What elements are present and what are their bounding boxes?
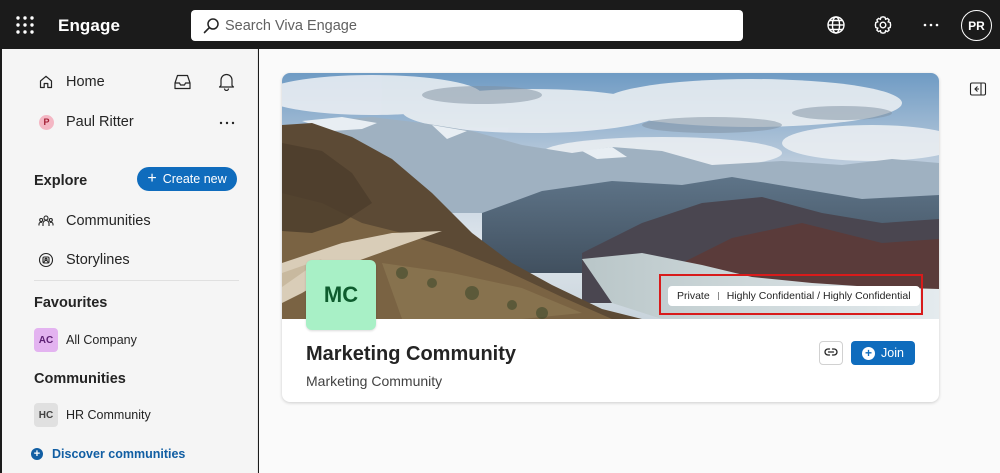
sidebar-item-label: Home bbox=[66, 74, 105, 90]
community-item[interactable]: HC HR Community bbox=[2, 402, 258, 428]
community-description: Marketing Community bbox=[306, 373, 443, 389]
home-icon bbox=[38, 74, 54, 90]
community-avatar: HC bbox=[34, 403, 58, 427]
community-avatar: AC bbox=[34, 328, 58, 352]
search-input[interactable] bbox=[225, 14, 725, 37]
app-frame: Engage Search Viva Engage PR Home P Paul… bbox=[0, 0, 1000, 473]
favourite-item[interactable]: AC All Company bbox=[2, 327, 258, 353]
people-community-icon bbox=[38, 213, 54, 229]
settings-icon[interactable] bbox=[872, 14, 894, 36]
globe-icon[interactable] bbox=[825, 14, 847, 36]
sidebar-item-communities[interactable]: Communities bbox=[2, 203, 258, 239]
sensitivity-label[interactable]: Private Highly Confidential / Highly Con… bbox=[668, 286, 920, 306]
privacy-label: Private bbox=[677, 290, 710, 302]
more-options-icon[interactable] bbox=[218, 115, 236, 125]
profile-avatar: P bbox=[39, 114, 54, 130]
favourites-heading: Favourites bbox=[34, 295, 108, 311]
search-icon bbox=[203, 17, 220, 34]
left-sidebar: Home P Paul Ritter Explore + Create new bbox=[2, 49, 258, 473]
app-name[interactable]: Engage bbox=[58, 16, 120, 36]
divider bbox=[34, 280, 239, 281]
favourite-label: All Company bbox=[66, 333, 137, 347]
sidebar-item-label: Communities bbox=[66, 213, 151, 229]
sensitivity-value: Highly Confidential / Highly Confidentia… bbox=[726, 290, 911, 302]
community-avatar-large: MC bbox=[306, 260, 376, 330]
create-new-button[interactable]: + Create new bbox=[137, 167, 237, 191]
community-label: HR Community bbox=[66, 408, 151, 422]
top-bar: Engage Search Viva Engage PR bbox=[1, 1, 1000, 49]
sidebar-item-storylines[interactable]: Storylines bbox=[2, 242, 258, 278]
explore-heading: Explore bbox=[34, 173, 88, 189]
sidebar-item-label: Paul Ritter bbox=[66, 114, 134, 130]
storyline-icon bbox=[38, 252, 54, 268]
waffle-icon[interactable] bbox=[15, 15, 35, 35]
community-title: Marketing Community bbox=[306, 343, 517, 365]
search-box[interactable] bbox=[191, 10, 743, 41]
plus-icon: + bbox=[147, 169, 157, 187]
communities-heading: Communities bbox=[34, 371, 126, 387]
separator bbox=[717, 292, 719, 300]
plus-circle-icon: + bbox=[862, 346, 876, 360]
discover-communities-link[interactable]: + Discover communities bbox=[31, 447, 185, 461]
plus-circle-icon: + bbox=[31, 448, 43, 460]
main-content: MC Private Highly Confidential / Highly … bbox=[259, 49, 1000, 473]
community-card: MC Private Highly Confidential / Highly … bbox=[282, 73, 939, 402]
inbox-icon[interactable] bbox=[173, 73, 192, 91]
bell-icon[interactable] bbox=[218, 72, 235, 92]
copy-link-button[interactable] bbox=[819, 341, 843, 365]
join-button[interactable]: + Join bbox=[851, 341, 915, 365]
collapse-panel-icon[interactable] bbox=[969, 81, 987, 97]
link-icon bbox=[824, 344, 838, 362]
more-icon[interactable] bbox=[920, 14, 942, 36]
sidebar-item-label: Storylines bbox=[66, 252, 130, 268]
user-avatar[interactable]: PR bbox=[961, 10, 992, 41]
